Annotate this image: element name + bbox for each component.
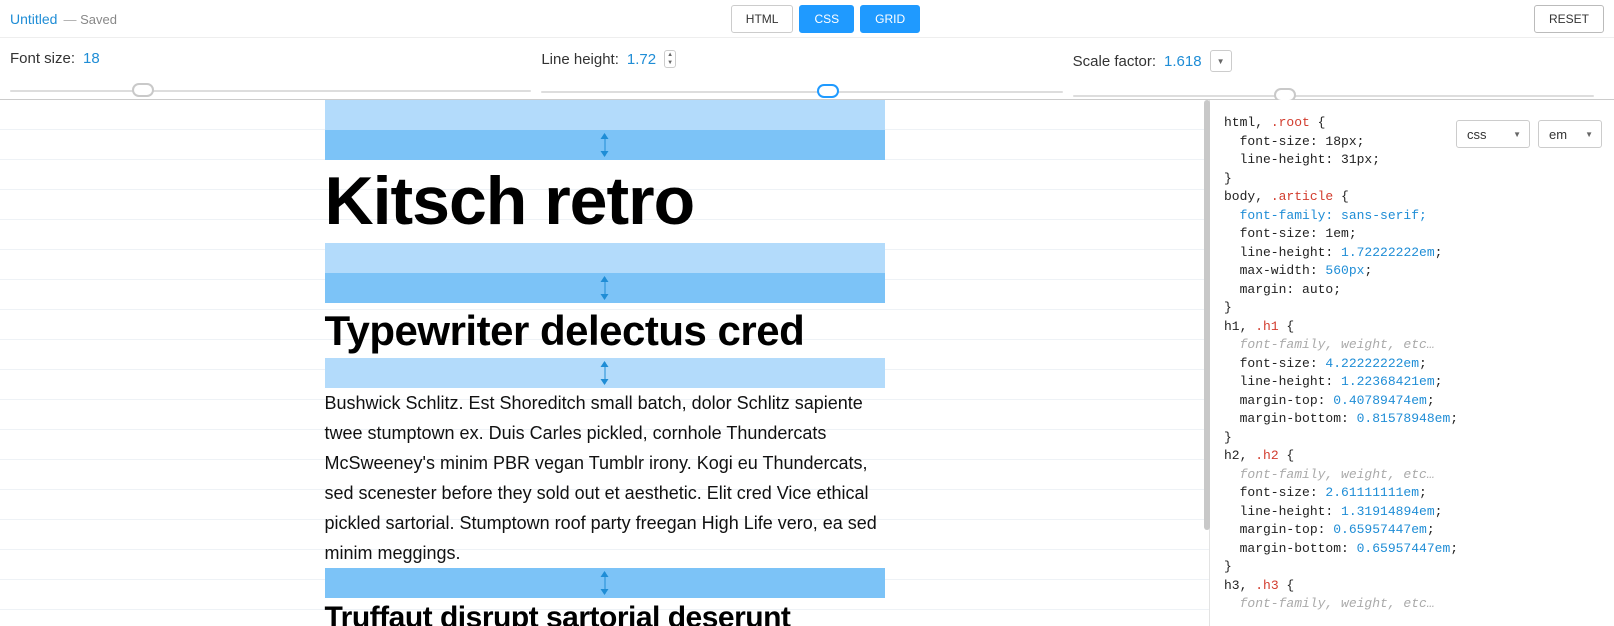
- code-panel-selects: css▼ em▼: [1456, 120, 1602, 148]
- scalefactor-label: Scale factor:: [1073, 53, 1156, 70]
- fontsize-slider[interactable]: [10, 83, 541, 97]
- lineheight-stepper[interactable]: ▲▼: [664, 50, 676, 68]
- fontsize-value[interactable]: 18: [83, 50, 100, 67]
- p-margin-bottom-band[interactable]: [325, 568, 885, 598]
- save-status: Saved: [63, 12, 117, 27]
- code-panel: css▼ em▼ html, .root { font-size: 18px; …: [1209, 100, 1614, 626]
- tab-html[interactable]: HTML: [731, 5, 794, 33]
- reset-button[interactable]: RESET: [1534, 5, 1604, 33]
- h1-top-arrow-band[interactable]: [325, 130, 885, 160]
- fontsize-group: Font size: 18: [10, 50, 541, 97]
- preview-pane: Kitsch retro Typewriter delectus cred Bu…: [0, 100, 1209, 626]
- unit-select[interactable]: em▼: [1538, 120, 1602, 148]
- scalefactor-group: Scale factor: 1.618 ▼: [1073, 50, 1604, 102]
- scalefactor-value[interactable]: 1.618: [1164, 53, 1202, 70]
- h1-bottom-arrow-band[interactable]: [325, 273, 885, 303]
- lineheight-slider[interactable]: [541, 84, 1072, 98]
- css-output[interactable]: html, .root { font-size: 18px; line-heig…: [1210, 100, 1614, 626]
- preview-paragraph[interactable]: Bushwick Schlitz. Est Shoreditch small b…: [325, 388, 885, 568]
- h2-margin-bottom-band[interactable]: [325, 358, 885, 388]
- view-tabs: HTML CSS GRID: [117, 5, 1534, 33]
- document-title-link[interactable]: Untitled: [10, 11, 57, 27]
- format-select[interactable]: css▼: [1456, 120, 1530, 148]
- fontsize-label: Font size:: [10, 50, 75, 67]
- h1-margin-bottom-band-1[interactable]: [325, 243, 885, 273]
- tab-css[interactable]: CSS: [799, 5, 854, 33]
- title-area: Untitled Saved: [10, 11, 117, 27]
- code-scrollbar-thumb[interactable]: [1204, 100, 1210, 530]
- tab-grid[interactable]: GRID: [860, 5, 920, 33]
- preview-h3[interactable]: Truffaut disrupt sartorial deserunt: [325, 598, 885, 626]
- lineheight-label: Line height:: [541, 51, 619, 68]
- controls-row: Font size: 18 Line height: 1.72 ▲▼ Scale…: [0, 38, 1614, 100]
- main-area: Kitsch retro Typewriter delectus cred Bu…: [0, 100, 1614, 626]
- topbar: Untitled Saved HTML CSS GRID RESET: [0, 0, 1614, 38]
- h1-margin-top-band[interactable]: [325, 100, 885, 130]
- lineheight-group: Line height: 1.72 ▲▼: [541, 50, 1072, 98]
- preview-content: Kitsch retro Typewriter delectus cred Bu…: [325, 100, 885, 626]
- lineheight-value[interactable]: 1.72: [627, 51, 656, 68]
- preview-h2[interactable]: Typewriter delectus cred: [325, 303, 885, 358]
- scalefactor-presets[interactable]: ▼: [1210, 50, 1232, 72]
- preview-h1[interactable]: Kitsch retro: [325, 160, 885, 243]
